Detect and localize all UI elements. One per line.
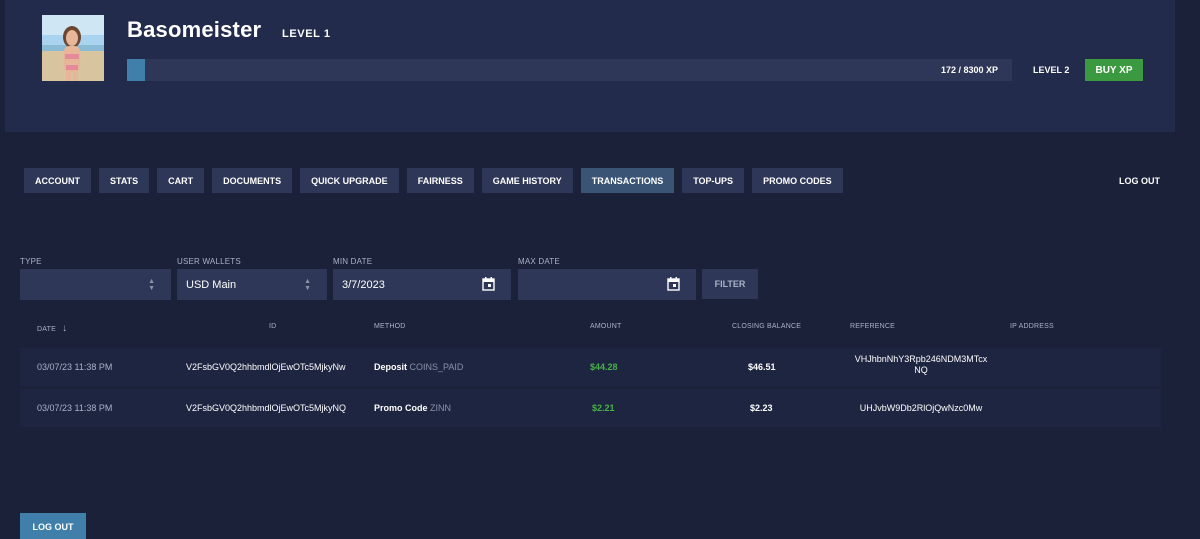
row-method-detail: COINS_PAID (409, 362, 464, 372)
calendar-icon[interactable] (482, 277, 495, 291)
header-amount: AMOUNT (590, 323, 622, 330)
avatar[interactable] (42, 15, 104, 81)
wallet-select[interactable]: USD Main ▲ ▼ (177, 269, 327, 300)
row-method: Promo Code ZINN (374, 403, 451, 413)
row-method-type: Deposit (374, 362, 408, 372)
tab-quick-upgrade[interactable]: QUICK UPGRADE (300, 168, 399, 193)
row-amount: $2.21 (592, 403, 615, 413)
row-method-detail: ZINN (430, 403, 452, 413)
max-date-label: MAX DATE (518, 257, 560, 266)
type-select[interactable]: ▲ ▼ (20, 269, 171, 300)
row-method: Deposit COINS_PAID (374, 362, 463, 372)
buy-xp-button[interactable]: BUY XP (1085, 59, 1143, 81)
tab-documents[interactable]: DOCUMENTS (212, 168, 293, 193)
calendar-icon[interactable] (667, 277, 680, 291)
min-date-input[interactable]: 3/7/2023 (333, 269, 511, 300)
profile-card: Basomeister LEVEL 1 172 / 8300 XP LEVEL … (5, 0, 1175, 132)
tab-account[interactable]: ACCOUNT (24, 168, 91, 193)
row-reference-line: VHJhbnNhY3Rpb246NDM3MTcx (854, 354, 988, 364)
header-date-label: DATE (37, 326, 56, 333)
row-closing-balance: $2.23 (750, 403, 773, 413)
xp-progress-fill (127, 59, 145, 81)
row-amount: $44.28 (590, 362, 618, 372)
xp-text: 172 / 8300 XP (940, 65, 998, 75)
xp-progress-bar: 172 / 8300 XP (127, 59, 1012, 81)
avatar-photo (42, 15, 104, 81)
tab-transactions[interactable]: TRANSACTIONS (580, 168, 675, 193)
header-date[interactable]: DATE ↓ (37, 323, 67, 334)
wallet-label: USER WALLETS (177, 257, 241, 266)
type-label: TYPE (20, 257, 42, 266)
tab-stats[interactable]: STATS (99, 168, 150, 193)
tab-top-ups[interactable]: TOP-UPS (682, 168, 745, 193)
header-method: METHOD (374, 323, 406, 330)
next-level: LEVEL 2 (1033, 65, 1070, 75)
table-row: 03/07/23 11:38 PM V2FsbGV0Q2hhbmdlOjEwOT… (20, 389, 1161, 427)
select-arrows-icon: ▲ ▼ (148, 278, 155, 292)
row-reference-line: NQ (914, 365, 928, 375)
row-date: 03/07/23 11:38 PM (37, 362, 113, 372)
min-date-label: MIN DATE (333, 257, 373, 266)
header-id: ID (269, 323, 277, 330)
username: Basomeister (127, 17, 262, 42)
row-date: 03/07/23 11:38 PM (37, 403, 113, 413)
row-reference: UHJvbW9Db2RlOjQwNzc0Mw (851, 403, 991, 413)
max-date-input[interactable] (518, 269, 696, 300)
table-row: 03/07/23 11:38 PM V2FsbGV0Q2hhbmdlOjEwOT… (20, 348, 1161, 386)
wallet-value: USD Main (186, 279, 237, 291)
row-id: V2FsbGV0Q2hhbmdlOjEwOTc5MjkyNw (186, 362, 346, 372)
tab-game-history[interactable]: GAME HISTORY (481, 168, 573, 193)
row-id: V2FsbGV0Q2hhbmdlOjEwOTc5MjkyNQ (186, 403, 347, 413)
header-ip-address: IP ADDRESS (1010, 323, 1054, 330)
current-level: LEVEL 1 (282, 28, 331, 40)
tab-promo-codes[interactable]: PROMO CODES (752, 168, 843, 193)
account-tabs: ACCOUNT STATS CART DOCUMENTS QUICK UPGRA… (24, 168, 843, 193)
row-closing-balance: $46.51 (748, 362, 776, 372)
row-reference: VHJhbnNhY3Rpb246NDM3MTcx NQ (851, 354, 991, 376)
sort-down-arrow-icon: ↓ (62, 323, 68, 334)
min-date-value: 3/7/2023 (342, 279, 385, 291)
filter-button[interactable]: FILTER (702, 269, 758, 299)
tab-fairness[interactable]: FAIRNESS (406, 168, 474, 193)
header-reference: REFERENCE (850, 323, 895, 330)
logout-button[interactable]: LOG OUT (20, 513, 86, 539)
header-closing-balance: CLOSING BALANCE (732, 323, 802, 330)
logout-link[interactable]: LOG OUT (1119, 176, 1160, 186)
select-arrows-icon: ▲ ▼ (304, 278, 311, 292)
tab-cart[interactable]: CART (157, 168, 205, 193)
row-method-type: Promo Code (374, 403, 428, 413)
row-reference-line: UHJvbW9Db2RlOjQwNzc0Mw (859, 403, 983, 413)
